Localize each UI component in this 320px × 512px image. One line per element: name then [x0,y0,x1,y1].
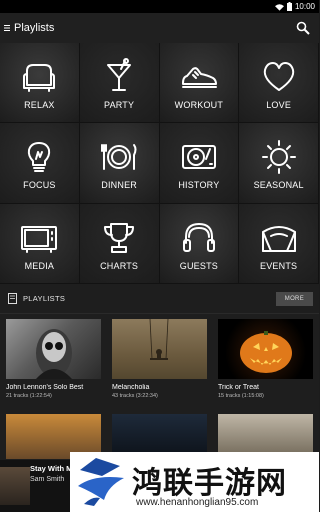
mood-tile-history[interactable]: HISTORY [159,123,240,204]
app-bar: Playlists [0,13,319,43]
status-bar: 10:00 [0,0,319,13]
playlist-card[interactable]: John Lennon's Solo Best 21 tracks (1:22:… [6,319,101,399]
battery-icon [286,2,292,11]
tv-icon [19,218,59,258]
playlist-meta: 43 tracks (3:22:34) [112,393,158,399]
wifi-icon [274,3,284,11]
mood-tile-label: PARTY [104,100,135,110]
mood-tile-seasonal[interactable]: SEASONAL [239,123,319,204]
cocktail-icon [99,57,139,97]
watermark-logo [78,458,124,506]
mood-tile-label: SEASONAL [253,180,304,191]
mood-tile-party[interactable]: PARTY [79,43,160,124]
now-playing-artist: Sam Smith [30,476,65,483]
mood-tile-label: GUESTS [179,260,218,271]
mood-tile-love[interactable]: LOVE [239,43,319,124]
mood-tile-label: MEDIA [24,260,55,271]
now-playing-artwork [0,467,30,505]
lightbulb-icon [19,137,59,177]
mood-tile-label: HISTORY [178,180,220,191]
playlist-thumbnail [112,319,207,379]
now-playing-text: Stay With M Sam Smith [30,464,72,483]
playlist-title: John Lennon's Solo Best [6,384,84,391]
status-time: 10:00 [294,2,315,11]
mood-tile-media[interactable]: MEDIA [0,203,80,284]
mood-grid: RELAX PARTY WORKOUT LOVE FOCUS DINNER HISTORY S… [0,43,319,284]
mood-tile-label: CHARTS [100,260,139,271]
playlist-meta: 21 tracks (1:22:54) [6,393,52,399]
mood-tile-workout[interactable]: WORKOUT [159,43,240,124]
section-header: PLAYLISTS MORE [0,284,319,314]
search-icon[interactable] [295,20,311,36]
playlist-title: Trick or Treat [218,384,259,391]
watermark-url: www.henanhonglian95.com [136,497,259,508]
turntable-icon [179,137,219,177]
mood-tile-relax[interactable]: RELAX [0,43,80,124]
now-playing-title: Stay With M [30,464,73,473]
section-title: PLAYLISTS [23,294,66,303]
playlist-icon [8,293,17,304]
trophy-icon [99,218,139,258]
plate-icon [99,137,139,177]
page-title: Playlists [14,22,55,34]
playlist-thumbnail [6,319,101,379]
playlist-card[interactable]: Melancholia 43 tracks (3:22:34) [112,319,207,399]
mood-tile-label: WORKOUT [174,100,224,110]
mood-tile-label: EVENTS [260,260,298,271]
mood-tile-label: RELAX [24,100,55,110]
mood-tile-events[interactable]: EVENTS [239,203,319,284]
armchair-icon [19,57,59,97]
playlist-title: Melancholia [112,384,150,391]
mood-tile-focus[interactable]: FOCUS [0,123,80,204]
playlist-thumbnail [218,319,313,379]
mood-tile-dinner[interactable]: DINNER [79,123,160,204]
watermark-text: 鸿联手游网 [132,466,287,501]
mood-tile-label: LOVE [266,100,292,110]
more-button[interactable]: MORE [275,292,313,306]
stage-icon [259,218,299,258]
heart-icon [259,57,299,97]
mood-tile-guests[interactable]: GUESTS [159,203,240,284]
sneaker-icon [179,57,219,97]
status-icons: 10:00 [274,1,315,12]
headphones-icon [179,218,219,258]
mood-tile-label: DINNER [101,180,137,191]
playlist-cards: John Lennon's Solo Best 21 tracks (1:22:… [0,319,319,399]
playlist-card[interactable]: Trick or Treat 15 tracks (1:15:08) [218,319,313,399]
sun-icon [259,137,299,177]
mood-tile-charts[interactable]: CHARTS [79,203,160,284]
hamburger-icon[interactable] [0,13,14,43]
watermark: 鸿联手游网 www.henanhonglian95.com [70,452,319,512]
mood-tile-label: FOCUS [23,180,56,191]
playlist-meta: 15 tracks (1:15:08) [218,393,264,399]
